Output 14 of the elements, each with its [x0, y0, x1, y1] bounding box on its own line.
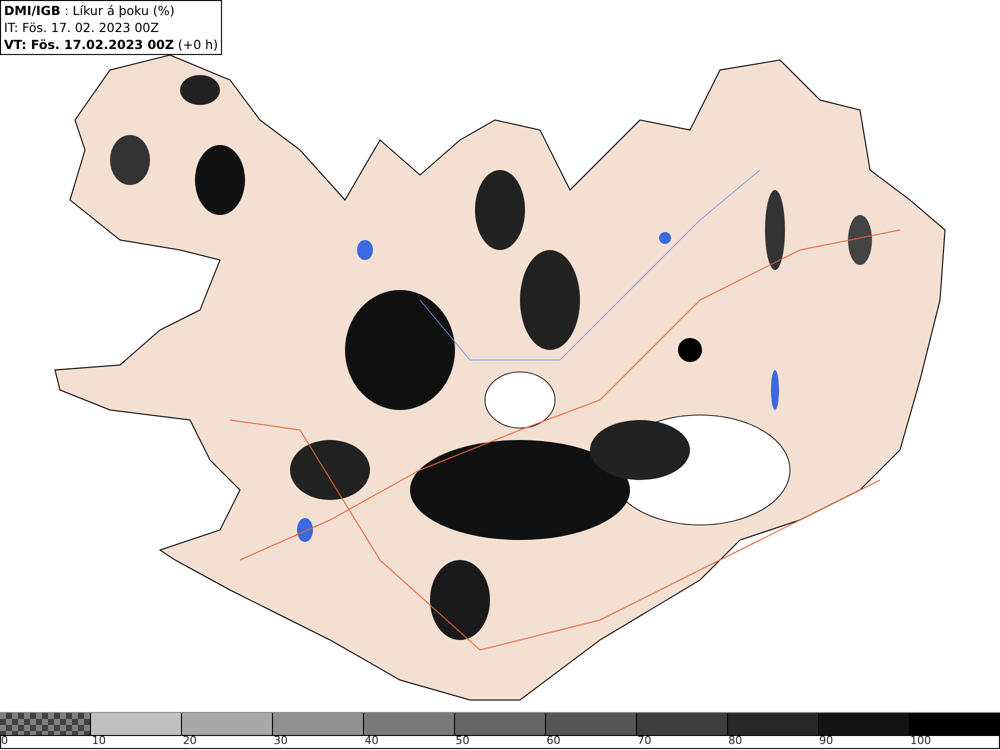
- legend-tick-label: 20: [182, 734, 197, 748]
- legend-tick-label: 0: [1, 734, 8, 748]
- issue-time: IT: Fös. 17. 02. 2023 00Z: [4, 19, 160, 36]
- valid-time: VT: Fös. 17.02.2023 00Z (+0 h): [4, 36, 218, 53]
- legend-tick-label: 60: [546, 734, 560, 748]
- map-title: DMI/IGB : Líkur á þoku (%): [4, 2, 176, 19]
- legend-tick-label: 10: [92, 734, 106, 748]
- legend-tick-label: 70: [637, 734, 652, 748]
- legend-tick-label: 30: [274, 734, 288, 748]
- legend-tick-label: 50: [456, 734, 470, 748]
- legend-tick-label: 80: [728, 734, 742, 748]
- legend-tick-label: 40: [364, 734, 379, 748]
- legend-tick-label: 90: [819, 734, 834, 748]
- legend-tick-label: 100: [910, 734, 932, 748]
